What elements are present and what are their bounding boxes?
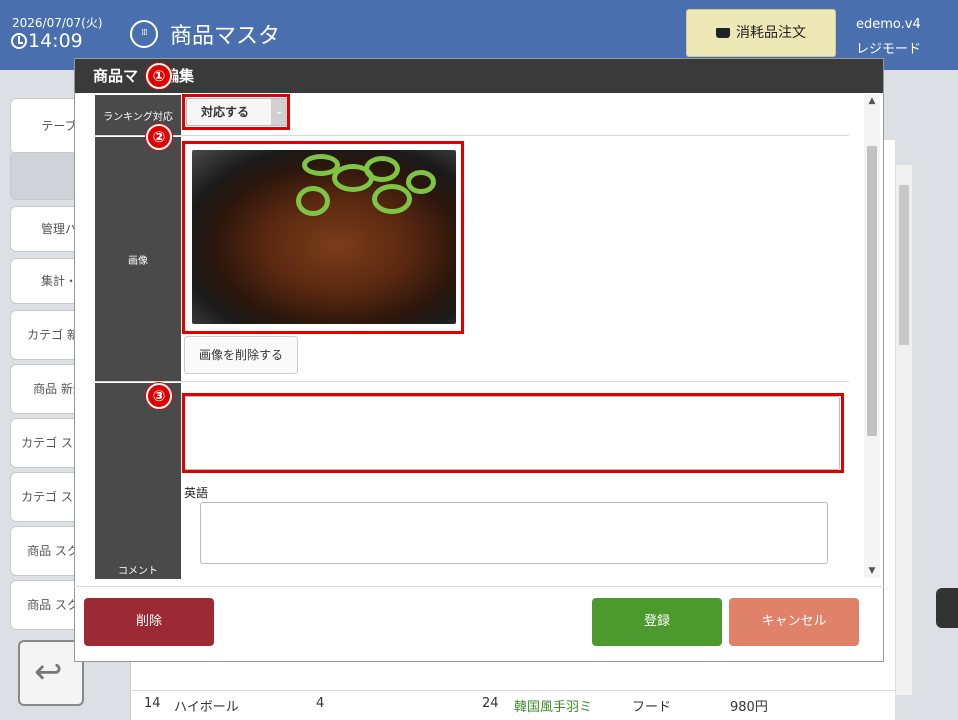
row-number-2: 24 bbox=[482, 696, 499, 711]
image-label: 画像 bbox=[95, 137, 181, 381]
divider bbox=[95, 135, 849, 136]
english-comment-textarea[interactable] bbox=[200, 502, 828, 564]
table-row[interactable]: 14 ハイボール 4 24 韓国風手羽ミ フード 980円 bbox=[130, 690, 895, 718]
table-scrollbar[interactable] bbox=[896, 165, 912, 695]
english-label: 英語 bbox=[184, 486, 209, 500]
row-price: 980円 bbox=[730, 700, 768, 715]
row-name: ハイボール bbox=[174, 700, 239, 715]
modal-title-prefix: 商品マ bbox=[93, 67, 139, 85]
delete-button[interactable]: 削除 bbox=[84, 598, 214, 646]
clock-icon bbox=[11, 33, 27, 49]
row-qty: 4 bbox=[316, 696, 325, 711]
footer-divider bbox=[74, 586, 884, 587]
current-date: 2026/07/07(火) bbox=[12, 16, 103, 30]
annotation-marker-1: ① bbox=[146, 63, 172, 89]
user-name: edemo.v4 bbox=[856, 17, 921, 32]
cancel-button[interactable]: キャンセル bbox=[729, 598, 859, 646]
annotation-marker-2: ② bbox=[146, 124, 172, 150]
consumables-order-label: 消耗品注文 bbox=[736, 25, 806, 41]
register-button[interactable]: 登録 bbox=[592, 598, 722, 646]
modal-scrollbar[interactable]: ▲ ▼ bbox=[864, 94, 880, 578]
register-mode: レジモード bbox=[856, 42, 922, 57]
modal-title: 商品マ 編集 bbox=[75, 59, 883, 93]
row-number: 14 bbox=[144, 696, 161, 711]
row-name-2: 韓国風手羽ミ bbox=[514, 700, 593, 715]
cart-icon bbox=[716, 28, 730, 38]
delete-image-button[interactable]: 画像を削除する bbox=[184, 336, 298, 374]
side-panel-toggle[interactable] bbox=[936, 588, 958, 628]
scroll-down-icon[interactable]: ▼ bbox=[864, 566, 880, 576]
scroll-up-icon[interactable]: ▲ bbox=[864, 96, 880, 106]
page-title: 商品マスタ bbox=[170, 24, 281, 49]
current-time: 14:09 bbox=[28, 30, 83, 52]
app-menu-icon[interactable]: ⁞⁞⁞ bbox=[130, 20, 158, 48]
row-category: フード bbox=[632, 700, 672, 715]
annotation-marker-3: ③ bbox=[146, 383, 172, 409]
divider bbox=[95, 381, 849, 382]
annotation-box-ranking bbox=[182, 94, 290, 130]
annotation-box-image bbox=[182, 141, 464, 334]
annotation-box-comment bbox=[182, 393, 844, 473]
consumables-order-button[interactable]: 消耗品注文 bbox=[686, 9, 836, 57]
comment-label: コメント bbox=[95, 383, 181, 579]
